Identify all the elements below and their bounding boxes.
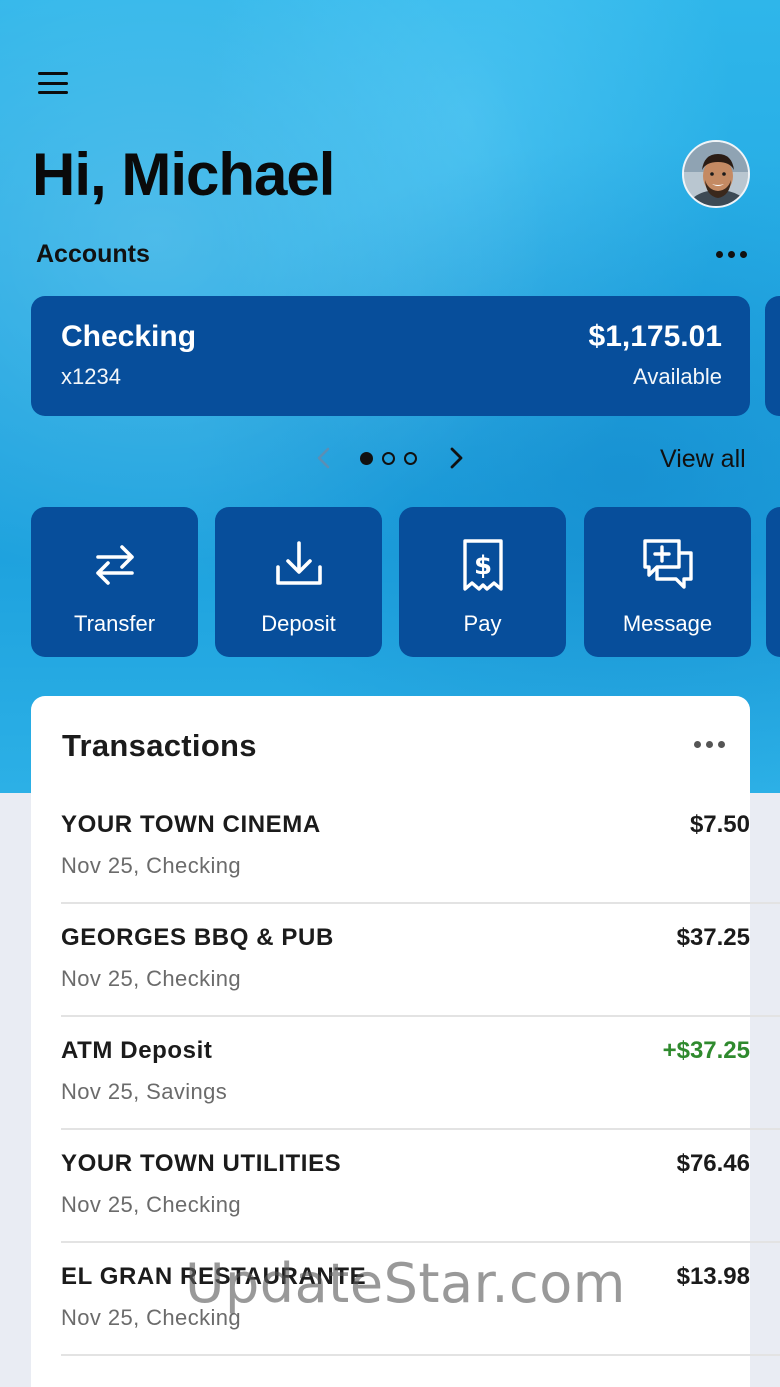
pay-bill-icon: $	[462, 539, 503, 591]
transaction-amount: $13.98	[676, 1263, 750, 1290]
transaction-meta: Nov 25, Checking	[61, 966, 242, 991]
transaction-amount-credit: +$37.25	[662, 1037, 750, 1064]
svg-text:$: $	[473, 551, 491, 581]
avatar[interactable]	[682, 140, 750, 208]
transaction-meta: Nov 25, Checking	[61, 1192, 242, 1217]
pay-button[interactable]: $ Pay	[399, 507, 566, 657]
more-actions-button[interactable]	[766, 507, 780, 657]
hamburger-menu-icon[interactable]	[38, 70, 68, 96]
deposit-icon	[275, 541, 322, 585]
pager-dot[interactable]	[382, 452, 395, 465]
transaction-meta: Nov 25, Savings	[61, 1079, 228, 1104]
transaction-amount: $76.46	[676, 1150, 750, 1177]
pager-dot-active[interactable]	[360, 452, 373, 465]
message-button[interactable]: Message	[584, 507, 751, 657]
transactions-title: Transactions	[62, 728, 257, 763]
transaction-merchant: YOUR TOWN UTILITIES	[61, 1150, 342, 1177]
account-name: Checking	[61, 320, 197, 353]
pay-label: Pay	[463, 611, 502, 636]
transaction-amount: $7.50	[689, 811, 750, 838]
transaction-row[interactable]: YOUR TOWN CINEMA Nov 25, Checking $7.50	[61, 791, 780, 904]
transaction-amount: $37.25	[676, 924, 750, 951]
deposit-button[interactable]: Deposit	[215, 507, 382, 657]
greeting-title: Hi, Michael	[32, 141, 335, 208]
accounts-heading: Accounts	[36, 240, 150, 268]
account-balance-label: Available	[633, 364, 722, 389]
transaction-row[interactable]: YOUR TOWN UTILITIES Nov 25, Checking $76…	[61, 1130, 780, 1243]
deposit-label: Deposit	[261, 611, 336, 636]
transfer-button[interactable]: Transfer	[31, 507, 198, 657]
accounts-more-icon[interactable]	[716, 251, 747, 258]
divider	[61, 1354, 780, 1356]
watermark: UpdateStar.com	[185, 1252, 626, 1315]
transaction-meta: Nov 25, Checking	[61, 853, 242, 878]
chevron-right-icon[interactable]	[444, 444, 468, 472]
transfer-label: Transfer	[73, 611, 156, 636]
account-card-checking[interactable]: Checking x1234 $1,175.01 Available	[31, 296, 750, 416]
transaction-merchant: GEORGES BBQ & PUB	[61, 924, 334, 951]
pager-dot[interactable]	[404, 452, 417, 465]
account-balance: $1,175.01	[588, 320, 722, 353]
account-card-next[interactable]	[765, 296, 780, 416]
transaction-row[interactable]: GEORGES BBQ & PUB Nov 25, Checking $37.2…	[61, 904, 780, 1017]
chevron-left-icon[interactable]	[312, 444, 336, 472]
view-all-link[interactable]: View all	[660, 445, 746, 474]
transfer-icon	[95, 545, 134, 585]
transaction-row[interactable]: ATM Deposit Nov 25, Savings +$37.25	[61, 1017, 780, 1130]
transaction-merchant: YOUR TOWN CINEMA	[61, 811, 321, 838]
transaction-merchant: ATM Deposit	[61, 1037, 213, 1064]
transactions-more-icon[interactable]	[694, 741, 725, 748]
message-icon	[642, 539, 693, 589]
account-number: x1234	[61, 364, 121, 389]
message-label: Message	[622, 611, 713, 636]
